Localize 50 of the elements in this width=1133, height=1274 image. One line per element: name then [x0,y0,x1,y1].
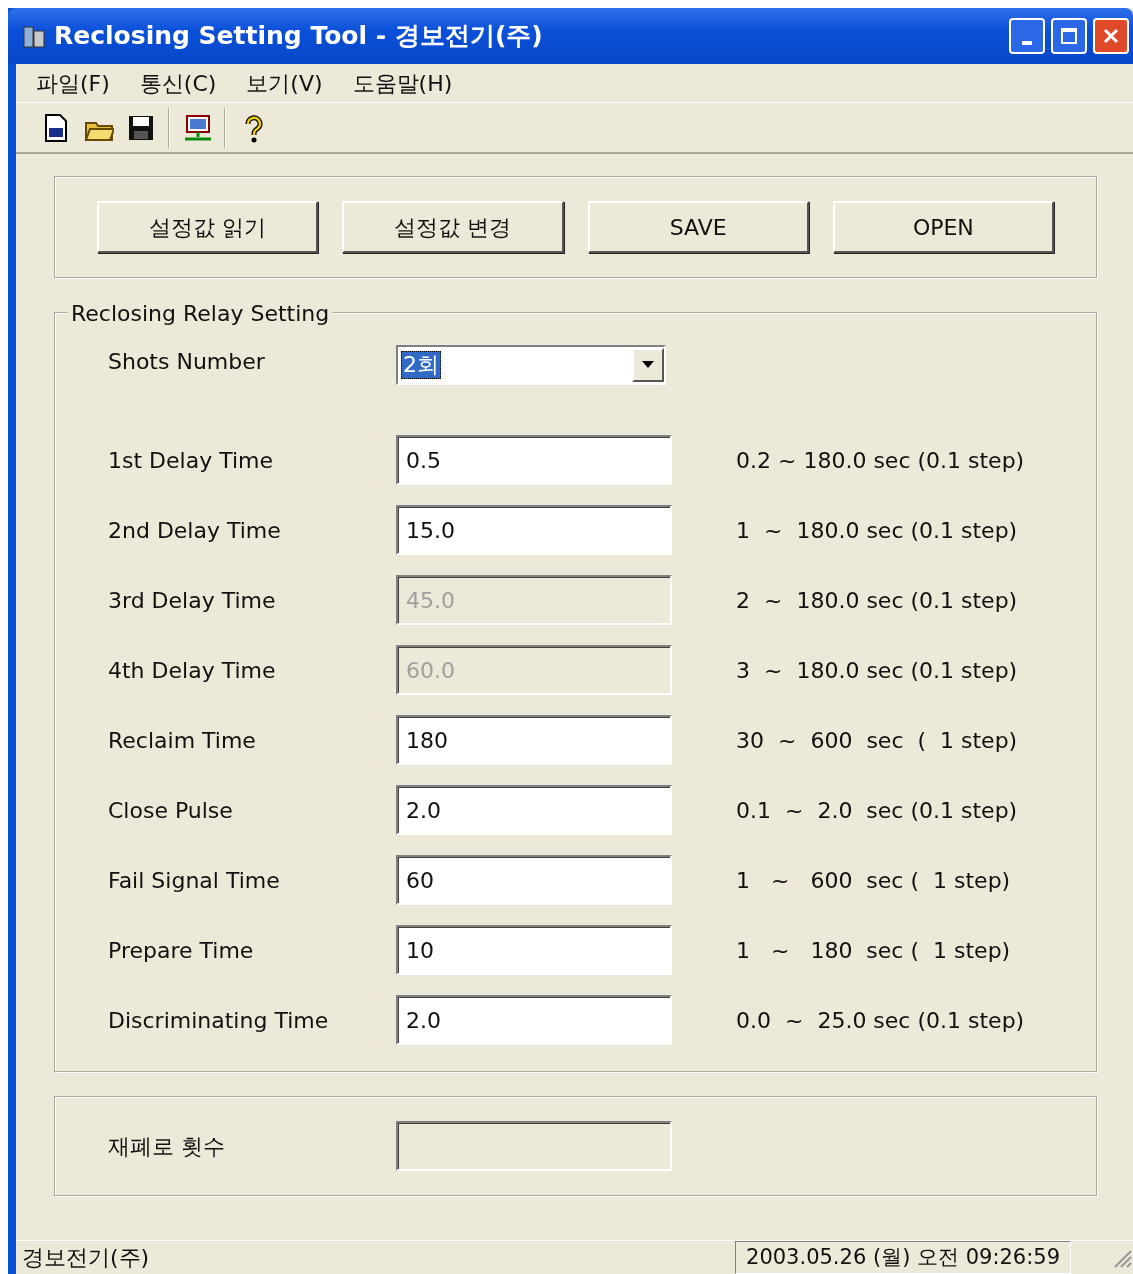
status-datetime: 2003.05.26 (월) 오전 09:26:59 [735,1240,1071,1274]
close-button[interactable] [1093,18,1129,54]
input-field[interactable]: 10 [396,925,672,975]
app-icon [22,23,46,49]
dropdown-value: 2회 [401,350,441,380]
field-label: 재폐로 횟수 [108,1132,226,1161]
window-title: Reclosing Setting Tool - 경보전기(주) [54,20,543,53]
range-text: 1 ~ 600 sec ( 1 step) [735,866,1012,895]
maximize-icon [1060,27,1078,45]
range-text: 2 ~ 180.0 sec (0.1 step) [735,586,1019,615]
input-field[interactable]: 0.5 [396,435,672,485]
status-text: 경보전기(주) [22,1244,150,1272]
input-field[interactable]: 2.0 [396,995,672,1045]
dropdown-button[interactable] [632,348,664,382]
shots-dropdown[interactable]: 2회 [396,345,666,385]
close-icon [1102,27,1120,45]
field-label: Discriminating Time [108,1006,330,1035]
range-text: 1 ~ 180 sec ( 1 step) [735,936,1012,965]
minimize-button[interactable] [1009,18,1045,54]
input-field[interactable]: 180 [396,715,672,765]
range-text: 3 ~ 180.0 sec (0.1 step) [735,656,1019,685]
input-field[interactable]: 2.0 [396,785,672,835]
input-field[interactable]: 15.0 [396,505,672,555]
command-button[interactable]: OPEN [832,201,1054,253]
field-label: Shots Number [108,348,266,376]
caret-icon [642,361,654,369]
field-label: 2nd Delay Time [108,516,282,545]
command-button[interactable]: SAVE [587,201,809,253]
range-text: 1 ~ 180.0 sec (0.1 step) [735,516,1019,545]
menu-item[interactable]: 도움말(H) [352,66,453,100]
field-label: Prepare Time [108,936,255,965]
range-text: 30 ~ 600 sec ( 1 step) [735,726,1019,755]
field-label: 3rd Delay Time [108,586,277,615]
network-monitor-icon[interactable] [182,112,212,143]
field-label: 4th Delay Time [108,656,277,685]
input-field[interactable]: 60 [396,855,672,905]
field-label: Close Pulse [108,796,234,825]
field-label: Reclaim Time [108,726,257,755]
range-text: 0.0 ~ 25.0 sec (0.1 step) [735,1006,1026,1035]
minimize-icon [1022,41,1032,45]
range-text: 0.2 ~ 180.0 sec (0.1 step) [735,446,1026,475]
command-button[interactable]: 설정값 읽기 [97,201,319,253]
command-button[interactable]: 설정값 변경 [342,201,564,253]
range-text: 0.1 ~ 2.0 sec (0.1 step) [735,796,1019,825]
menu-item[interactable]: 통신(C) [139,66,217,100]
menu-item[interactable]: 파일(F) [36,66,110,100]
menu-item[interactable]: 보기(V) [246,66,323,100]
field-label: 1st Delay Time [108,446,274,475]
maximize-button[interactable] [1051,18,1087,54]
field-label: Fail Signal Time [108,866,281,895]
